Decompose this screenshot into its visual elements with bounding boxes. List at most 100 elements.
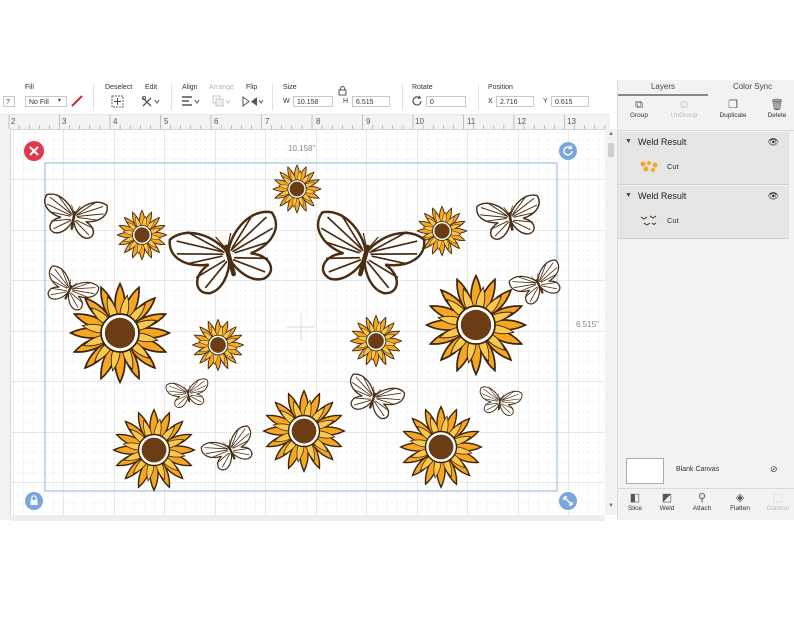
ruler-label: 8 [316, 117, 321, 126]
rotate-icon [412, 95, 422, 106]
edit-toolbar: ? Fill No Fill ▾ Deselect Edit Align Arr… [0, 80, 610, 115]
ruler-label: 7 [265, 117, 270, 126]
ruler-label: 5 [164, 117, 169, 126]
layer-tools: ⧉ Group ⧉ UnGroup ❐ Duplicate 🗑 Delete [618, 96, 794, 131]
resize-handle[interactable] [559, 492, 577, 510]
tab-color-sync[interactable]: Color Sync [710, 80, 794, 94]
height-input[interactable]: 6.515 [352, 96, 390, 107]
edit-tools-icon[interactable] [141, 95, 161, 108]
duplicate-icon: ❐ [728, 99, 738, 111]
position-x-label: X [488, 98, 493, 105]
ungroup-label: UnGroup [670, 112, 698, 119]
ruler-label: 6 [214, 117, 219, 126]
duplicate-button[interactable]: ❐ Duplicate [713, 98, 753, 119]
contour-icon: ⬚ [772, 492, 784, 504]
align-label: Align [182, 84, 198, 91]
rotate-handle[interactable] [559, 142, 577, 160]
layer-title: Weld Result [638, 137, 687, 147]
flip-icon[interactable] [242, 95, 264, 108]
lock-handle[interactable] [25, 492, 43, 510]
layer-thumbnail-icon [640, 215, 657, 226]
bottom-tools: ◧ Slice ◩ Weld ⚲ Attach ◈ Flatten ⬚ Cont… [618, 488, 794, 521]
ungroup-icon: ⧉ [680, 99, 688, 111]
scrollbar-thumb[interactable] [608, 143, 614, 157]
blank-canvas-label: Blank Canvas [676, 466, 720, 473]
ungroup-button: ⧉ UnGroup [664, 98, 704, 119]
design-canvas[interactable]: 10.158" 6.515" [10, 129, 605, 515]
rotate-label: Rotate [412, 84, 433, 91]
duplicate-label: Duplicate [719, 112, 747, 119]
visibility-eye-icon[interactable]: 👁 [768, 137, 779, 148]
hidden-eye-icon[interactable]: ⊘ [770, 464, 778, 475]
ruler-label: 13 [567, 117, 576, 126]
vertical-scrollbar[interactable]: ▲ ▼ [605, 129, 617, 515]
position-y-label: Y [543, 98, 548, 105]
attach-label: Attach [692, 505, 712, 512]
position-label: Position [488, 84, 513, 91]
width-input[interactable]: 10.158 [293, 96, 333, 107]
align-icon[interactable] [181, 95, 201, 108]
position-y-input[interactable]: 0.615 [551, 96, 589, 107]
panel-footer: Blank Canvas ⊘ ◧ Slice ◩ Weld ⚲ Attach ◈… [618, 452, 794, 520]
layer-thumbnail-icon [640, 161, 658, 172]
lock-icon[interactable] [338, 86, 347, 96]
scroll-down-icon[interactable]: ▼ [608, 503, 614, 509]
group-icon: ⧉ [635, 99, 643, 111]
arrange-label: Arrange [209, 84, 234, 91]
layer-operation-label: Cut [667, 162, 679, 171]
deselect-label: Deselect [105, 84, 133, 91]
edit-label: Edit [145, 84, 158, 91]
blank-canvas-swatch[interactable] [626, 458, 664, 484]
weld-button[interactable]: ◩ Weld [647, 491, 687, 512]
layer-operation-label: Cut [667, 216, 679, 225]
flatten-label: Flatten [730, 505, 750, 512]
fill-label: Fill [25, 84, 34, 91]
ruler-label: 4 [113, 117, 118, 126]
ruler-label: 11 [467, 117, 476, 126]
collapse-icon[interactable]: ▼ [625, 138, 632, 145]
canvas-svg: 10.158" 6.515" [10, 129, 605, 515]
deselect-icon[interactable] [111, 95, 124, 108]
position-x-input[interactable]: 2.716 [496, 96, 534, 107]
delete-icon: 🗑 [770, 99, 784, 111]
width-readout: 10.158" [288, 144, 315, 153]
flatten-button[interactable]: ◈ Flatten [720, 491, 760, 512]
ruler-label: 12 [517, 117, 526, 126]
ruler-label: 3 [62, 117, 67, 126]
height-readout: 6.515" [576, 320, 599, 329]
height-label: H [343, 98, 349, 105]
attach-button[interactable]: ⚲ Attach [682, 491, 722, 512]
delete-button[interactable]: 🗑 Delete [757, 98, 794, 119]
layers-panel: Layers Color Sync ⧉ Group ⧉ UnGroup ❐ Du… [617, 80, 794, 520]
horizontal-scrollbar[interactable] [10, 515, 605, 521]
scroll-up-icon[interactable]: ▲ [608, 131, 614, 137]
arrange-icon [212, 95, 231, 107]
attach-icon: ⚲ [697, 492, 707, 504]
width-label: W [283, 98, 290, 105]
ruler-ticks: 2 3 4 5 6 7 8 9 10 11 12 13 [8, 115, 606, 129]
collapse-icon[interactable]: ▼ [625, 192, 632, 199]
weld-label: Weld [659, 505, 675, 512]
rotate-input[interactable]: 0 [426, 96, 466, 107]
visibility-eye-icon[interactable]: 👁 [768, 191, 779, 202]
delete-label: Delete [767, 112, 787, 119]
contour-button: ⬚ Contour [758, 491, 794, 512]
layer-group[interactable]: ▼ Weld Result 👁 Cut [618, 186, 789, 239]
tab-layers[interactable]: Layers [618, 80, 708, 96]
flatten-icon: ◈ [735, 492, 745, 504]
pen-color-icon[interactable] [70, 94, 84, 108]
size-label: Size [283, 84, 297, 91]
group-button[interactable]: ⧉ Group [619, 98, 659, 119]
flip-label: Flip [246, 84, 258, 91]
ruler-label: 10 [415, 117, 424, 126]
layer-title: Weld Result [638, 191, 687, 201]
layer-group[interactable]: ▼ Weld Result 👁 Cut [618, 132, 789, 185]
help-button[interactable]: ? [3, 96, 15, 107]
chevron-down-icon: ▾ [58, 98, 62, 104]
weld-icon: ◩ [661, 492, 673, 504]
delete-handle[interactable] [24, 141, 44, 161]
horizontal-ruler: 2 3 4 5 6 7 8 9 10 11 12 13 [0, 115, 610, 130]
group-label: Group [629, 112, 649, 119]
ruler-label: 9 [366, 117, 371, 126]
ruler-label: 2 [11, 117, 16, 126]
